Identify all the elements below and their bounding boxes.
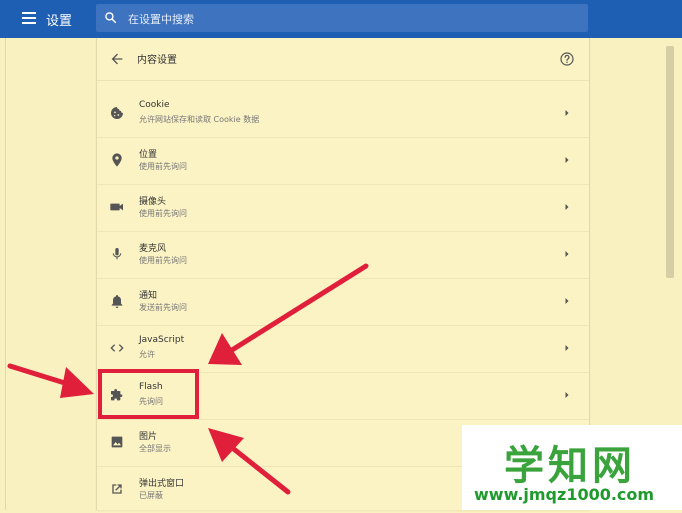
setting-status: 允许网站保存和读取 Cookie 数据 <box>139 115 260 124</box>
setting-status: 使用前先询问 <box>139 256 187 265</box>
setting-status: 使用前先询问 <box>139 162 187 171</box>
arrow-from-left <box>7 363 94 398</box>
camera-icon <box>110 203 123 211</box>
setting-label: 摄像头 <box>139 197 167 207</box>
chevron-right-icon <box>565 392 569 398</box>
setting-label: 弹出式窗口 <box>139 479 185 489</box>
app-title: 设置 <box>46 14 73 29</box>
watermark: 学知网 www.jmqz1000.com <box>462 425 682 510</box>
location-pin-icon <box>112 153 122 167</box>
setting-row-flash[interactable]: Flash 先询问 <box>97 372 589 419</box>
setting-row-camera[interactable]: 摄像头 使用前先询问 <box>97 184 589 231</box>
header-divider <box>97 80 589 81</box>
scrollbar-thumb[interactable] <box>666 46 674 278</box>
chevron-right-icon <box>565 204 569 210</box>
bell-icon <box>111 295 123 308</box>
back-arrow-icon[interactable] <box>109 51 125 67</box>
setting-status: 发送前先询问 <box>139 303 187 312</box>
watermark-title: 学知网 <box>504 443 636 489</box>
setting-row-microphone[interactable]: 麦克风 使用前先询问 <box>97 231 589 278</box>
card-header: 内容设置 <box>97 38 589 80</box>
search-input[interactable] <box>126 9 570 29</box>
chevron-right-icon <box>565 157 569 163</box>
search-icon <box>105 12 117 24</box>
chevron-right-icon <box>565 345 569 351</box>
microphone-icon <box>112 248 122 260</box>
setting-label: 通知 <box>139 291 158 301</box>
cookie-icon <box>111 107 123 119</box>
setting-status: 允许 <box>139 350 155 359</box>
image-icon <box>111 436 123 448</box>
setting-row-javascript[interactable]: JavaScript 允许 <box>97 325 589 372</box>
setting-label: JavaScript <box>139 335 185 345</box>
page-title: 内容设置 <box>137 55 177 66</box>
setting-row-location[interactable]: 位置 使用前先询问 <box>97 137 589 184</box>
setting-label: 图片 <box>139 432 158 442</box>
hamburger-menu-icon[interactable] <box>22 12 36 24</box>
setting-row-notifications[interactable]: 通知 发送前先询问 <box>97 278 589 325</box>
chevron-right-icon <box>565 251 569 257</box>
puzzle-icon <box>111 389 123 401</box>
left-divider <box>5 38 6 510</box>
setting-row-cookie[interactable]: Cookie 允许网站保存和读取 Cookie 数据 <box>97 90 589 137</box>
watermark-url: www.jmqz1000.com <box>474 485 655 504</box>
setting-status: 使用前先询问 <box>139 209 187 218</box>
top-app-bar: 设置 <box>0 0 682 38</box>
code-icon <box>110 344 124 352</box>
setting-status: 全部显示 <box>139 444 171 453</box>
setting-label: Flash <box>139 382 163 392</box>
setting-status: 已屏蔽 <box>139 491 163 500</box>
chevron-right-icon <box>565 298 569 304</box>
setting-label: 位置 <box>139 150 158 160</box>
setting-label: Cookie <box>139 100 170 110</box>
chevron-right-icon <box>565 110 569 116</box>
search-bar[interactable] <box>96 4 588 32</box>
external-link-icon <box>112 484 122 494</box>
help-icon[interactable] <box>559 51 575 67</box>
setting-status: 先询问 <box>139 397 163 406</box>
setting-label: 麦克风 <box>139 244 167 254</box>
